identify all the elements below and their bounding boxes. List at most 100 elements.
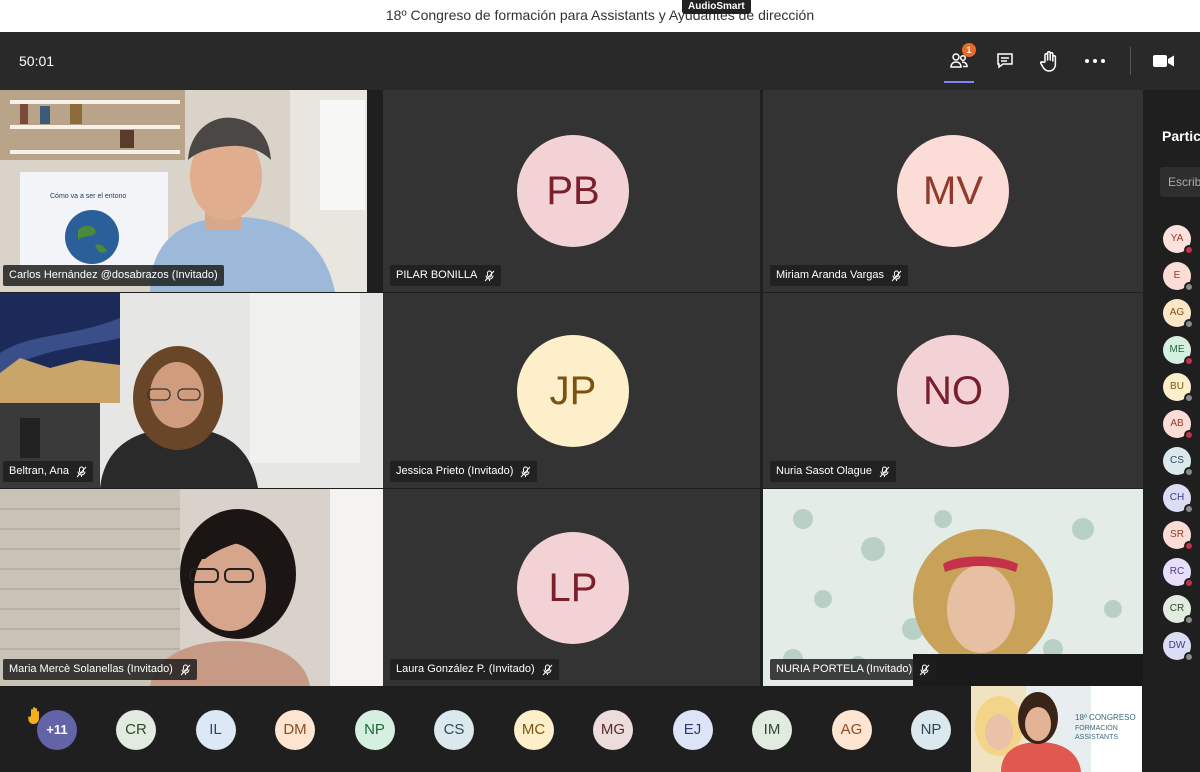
participant-avatar: PB xyxy=(517,135,629,247)
participants-panel: Participantes Escribir YA E AG ME BU AB CS CH SR… xyxy=(1143,90,1200,772)
meeting-toolbar: 50:01 1 xyxy=(0,32,1200,90)
participants-button[interactable]: 1 xyxy=(942,43,976,83)
video-tile-mv[interactable]: MV Miriam Aranda Vargas xyxy=(763,90,1143,292)
participants-search-input[interactable]: Escribir xyxy=(1160,167,1200,197)
presence-status-icon xyxy=(1184,541,1194,551)
presence-status-icon xyxy=(1184,245,1194,255)
participant-name: Nuria Sasot Olague xyxy=(776,465,872,477)
more-icon xyxy=(1084,58,1106,64)
strip-participant-avatar[interactable]: NP xyxy=(354,710,395,750)
panel-participant-avatar[interactable]: BU xyxy=(1163,373,1194,403)
strip-participant-avatar[interactable]: DM xyxy=(275,710,315,750)
presence-status-icon xyxy=(1184,652,1194,662)
strip-participant-avatar[interactable]: AG xyxy=(831,710,872,750)
strip-participant-avatar[interactable]: EJ xyxy=(672,710,713,750)
panel-participant-avatar[interactable]: AG xyxy=(1163,299,1194,329)
participant-name: Jessica Prieto (Invitado) xyxy=(396,465,514,477)
participant-name: Carlos Hernández @dosabrazos (Invitado) xyxy=(9,269,218,281)
audiosmart-badge: AudioSmart xyxy=(682,0,751,14)
video-tile-no[interactable]: NO Nuria Sasot Olague xyxy=(763,293,1143,488)
participant-avatar: LP xyxy=(517,532,629,644)
tile-name-label: NURIA PORTELA (Invitado) xyxy=(770,659,937,680)
participants-panel-title: Participantes xyxy=(1162,128,1200,144)
participant-video-feed xyxy=(0,489,383,686)
participant-name: NURIA PORTELA (Invitado) xyxy=(776,663,913,675)
presence-status-icon xyxy=(1184,578,1194,588)
self-view-feed: 18º CONGRESO FORMACIÓN ASSISTANTS xyxy=(971,686,1142,772)
strip-participant-avatar[interactable]: CS xyxy=(434,710,474,750)
more-participants-button[interactable]: +11 xyxy=(37,710,77,750)
avatar-initials: RC xyxy=(1169,566,1185,577)
video-tile-maria[interactable]: Maria Mercè Solanellas (Invitado) xyxy=(0,489,383,686)
strip-participant-avatar[interactable]: CR xyxy=(116,710,156,750)
speaker-video-feed xyxy=(0,90,367,292)
panel-participant-avatar[interactable]: CH xyxy=(1163,484,1194,514)
strip-participant-avatar[interactable]: IL xyxy=(195,710,236,750)
avatar-initials: CH xyxy=(1169,492,1185,503)
video-tile-beltran[interactable]: Beltran, Ana xyxy=(0,293,383,488)
avatar-initials: CS xyxy=(1170,455,1184,466)
presence-status-icon xyxy=(1184,319,1194,329)
participant-video-feed xyxy=(0,293,383,488)
presence-status-icon xyxy=(1184,393,1194,403)
meeting-timer: 50:01 xyxy=(19,53,55,69)
avatar-initials: SR xyxy=(1170,529,1184,540)
strip-participant-avatar[interactable]: NP xyxy=(911,710,951,750)
presence-status-icon xyxy=(1184,282,1194,292)
participant-name: Miriam Aranda Vargas xyxy=(776,269,885,281)
strip-participant-avatar[interactable]: IM xyxy=(752,710,792,750)
participant-name: Maria Mercè Solanellas (Invitado) xyxy=(9,663,173,675)
mic-muted-icon xyxy=(520,466,531,478)
camera-button[interactable] xyxy=(1147,46,1181,76)
panel-participant-avatar[interactable]: CS xyxy=(1163,447,1194,477)
slide-caption: Cómo va a ser el entono xyxy=(50,193,127,200)
raise-hand-icon xyxy=(1039,50,1059,72)
avatar-initials: E xyxy=(1173,270,1181,281)
strip-participant-avatar[interactable]: MG xyxy=(593,710,633,750)
tile-name-label: Jessica Prieto (Invitado) xyxy=(390,461,538,482)
chat-button[interactable] xyxy=(988,46,1022,76)
participant-name: Laura González P. (Invitado) xyxy=(396,663,535,675)
video-grid: Cómo va a ser el entono Carlos Hernández… xyxy=(0,90,1143,686)
video-tile-nuria-portela[interactable]: NURIA PORTELA (Invitado) xyxy=(763,489,1143,686)
participant-avatar: MV xyxy=(897,135,1009,247)
video-tile-pb[interactable]: PB PILAR BONILLA xyxy=(383,90,760,292)
tile-name-label: Nuria Sasot Olague xyxy=(770,461,896,482)
participant-name: PILAR BONILLA xyxy=(396,269,478,281)
strip-participant-avatar[interactable]: MC xyxy=(513,710,554,750)
mic-muted-icon xyxy=(484,270,495,282)
selfview-text-3: ASSISTANTS xyxy=(1075,734,1118,741)
tile-name-label: Carlos Hernández @dosabrazos (Invitado) xyxy=(3,265,224,286)
panel-participant-avatar[interactable]: ME xyxy=(1163,336,1194,366)
participant-avatar: NO xyxy=(897,335,1009,447)
video-tile-lp[interactable]: LP Laura González P. (Invitado) xyxy=(383,489,760,686)
panel-participant-avatar[interactable]: YA xyxy=(1163,225,1194,255)
tile-name-label: Miriam Aranda Vargas xyxy=(770,265,909,286)
panel-participant-avatar[interactable]: E xyxy=(1163,262,1194,292)
avatar-initials: CR xyxy=(1169,603,1185,614)
participant-avatar: JP xyxy=(517,335,629,447)
video-tile-carlos[interactable]: Cómo va a ser el entono Carlos Hernández… xyxy=(0,90,367,292)
tile-name-label: PILAR BONILLA xyxy=(390,265,502,286)
raise-hand-button[interactable] xyxy=(1032,46,1066,76)
video-tile-jp[interactable]: JP Jessica Prieto (Invitado) xyxy=(383,293,760,488)
presence-status-icon xyxy=(1184,430,1194,440)
participants-count-badge: 1 xyxy=(962,43,976,57)
presence-status-icon xyxy=(1184,615,1194,625)
more-options-button[interactable] xyxy=(1078,46,1112,76)
panel-participant-avatar[interactable]: SR xyxy=(1163,521,1194,551)
panel-participant-avatar[interactable]: CR xyxy=(1163,595,1194,625)
mic-muted-icon xyxy=(891,270,902,282)
toolbar-divider xyxy=(1130,47,1131,75)
mic-muted-icon xyxy=(542,664,553,676)
selfview-text-1: 18º CONGRESO xyxy=(1075,713,1136,722)
avatar-initials: AB xyxy=(1170,418,1184,429)
panel-participant-avatar[interactable]: RC xyxy=(1163,558,1194,588)
presence-status-icon xyxy=(1184,504,1194,514)
participant-video-feed xyxy=(763,489,1143,686)
tile-name-label: Maria Mercè Solanellas (Invitado) xyxy=(3,659,197,680)
panel-participant-avatar[interactable]: DW xyxy=(1163,632,1194,662)
presence-status-icon xyxy=(1184,467,1194,477)
panel-participant-avatar[interactable]: AB xyxy=(1163,410,1194,440)
mic-muted-icon xyxy=(879,466,890,478)
